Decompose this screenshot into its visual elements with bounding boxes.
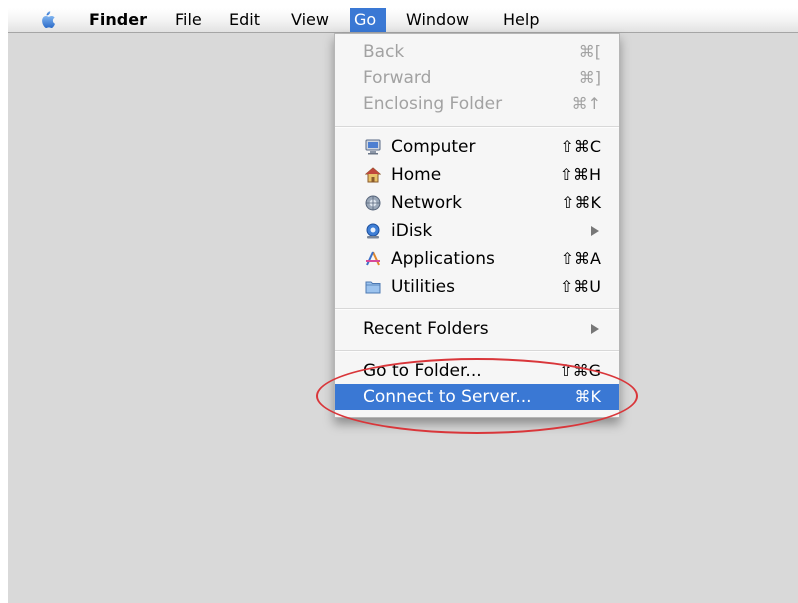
menu-item-label: Network <box>391 193 462 213</box>
menu-edit[interactable]: Edit <box>222 8 267 32</box>
apple-menu[interactable] <box>36 8 58 32</box>
menu-item-shortcut: ⇧⌘U <box>559 277 601 296</box>
menu-finder[interactable]: Finder <box>82 8 154 32</box>
menu-item-applications[interactable]: Applications ⇧⌘A <box>335 246 619 272</box>
home-icon <box>365 167 381 183</box>
menu-item-label: Computer <box>391 137 476 157</box>
menu-item-shortcut: ⇧⌘G <box>559 361 601 380</box>
menu-go[interactable]: Go <box>350 8 386 32</box>
menu-item-label: Home <box>391 165 442 185</box>
network-icon <box>365 195 381 211</box>
menu-item-home[interactable]: Home ⇧⌘H <box>335 162 619 188</box>
computer-icon <box>365 139 381 155</box>
menu-item-shortcut: ⌘K <box>574 387 602 406</box>
menu-item-idisk[interactable]: iDisk <box>335 218 619 244</box>
menu-item-network[interactable]: Network ⇧⌘K <box>335 190 619 216</box>
menu-window[interactable]: Window <box>399 8 476 32</box>
menu-item-connect-to-server[interactable]: Connect to Server... ⌘K <box>335 384 619 410</box>
menu-item-back: Back ⌘[ <box>335 39 619 65</box>
menu-item-label: Back <box>363 42 405 62</box>
menu-item-enclosing-folder: Enclosing Folder ⌘↑ <box>335 91 619 117</box>
menu-item-computer[interactable]: Computer ⇧⌘C <box>335 134 619 160</box>
menu-separator <box>335 308 619 310</box>
menu-item-shortcut: ⌘[ <box>578 42 601 61</box>
menu-item-shortcut: ⇧⌘A <box>560 249 601 268</box>
submenu-arrow-icon <box>591 324 599 334</box>
menu-item-label: Recent Folders <box>363 319 489 339</box>
menu-help[interactable]: Help <box>496 8 546 32</box>
menu-item-shortcut: ⇧⌘H <box>559 165 601 184</box>
menu-item-label: Forward <box>363 68 432 88</box>
menu-item-label: Go to Folder... <box>363 361 482 381</box>
submenu-arrow-icon <box>591 226 599 236</box>
menu-bar: Finder File Edit View Go Window Help <box>8 8 798 33</box>
menu-separator <box>335 350 619 352</box>
idisk-icon <box>366 223 380 239</box>
menu-item-forward: Forward ⌘] <box>335 65 619 91</box>
menu-item-label: Enclosing Folder <box>363 94 503 114</box>
menu-item-shortcut: ⌘↑ <box>571 94 601 113</box>
menu-item-recent-folders[interactable]: Recent Folders <box>335 316 619 342</box>
go-menu-dropdown: Back ⌘[ Forward ⌘] Enclosing Folder ⌘↑ C… <box>334 33 620 418</box>
menu-item-shortcut: ⇧⌘C <box>560 137 601 156</box>
menu-item-utilities[interactable]: Utilities ⇧⌘U <box>335 274 619 300</box>
menu-separator <box>335 126 619 128</box>
applications-icon <box>366 251 380 266</box>
utilities-folder-icon <box>365 281 381 294</box>
menu-view[interactable]: View <box>284 8 336 32</box>
menu-item-go-to-folder[interactable]: Go to Folder... ⇧⌘G <box>335 358 619 384</box>
menu-item-shortcut: ⌘] <box>578 68 601 87</box>
menu-item-label: Applications <box>391 249 495 269</box>
menu-file[interactable]: File <box>168 8 209 32</box>
menu-item-label: iDisk <box>391 221 433 241</box>
apple-icon <box>42 11 55 28</box>
menu-item-label: Connect to Server... <box>363 387 532 407</box>
menu-item-label: Utilities <box>391 277 455 297</box>
menu-item-shortcut: ⇧⌘K <box>561 193 601 212</box>
